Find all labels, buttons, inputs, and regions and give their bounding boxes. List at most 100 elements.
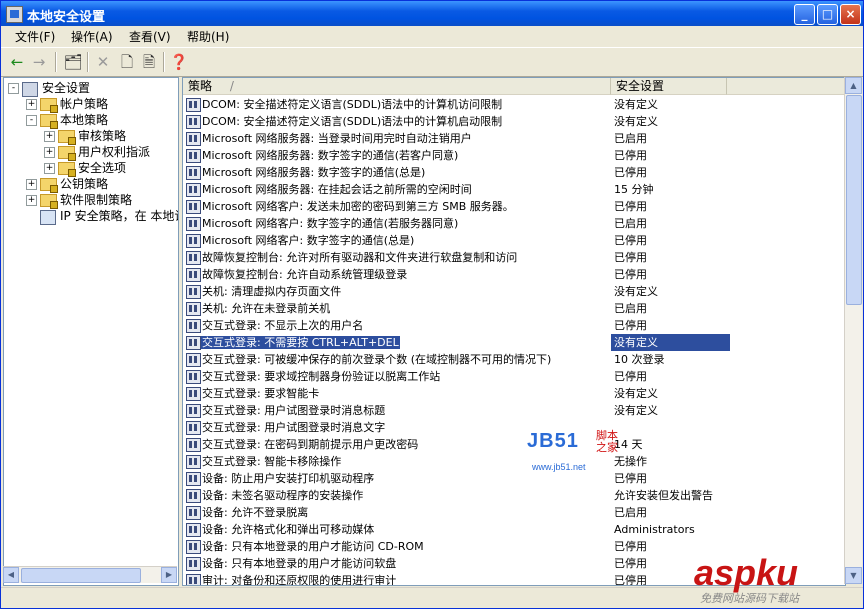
policy-row[interactable]: 设备: 未签名驱动程序的安装操作 允许安装但发出警告 [183, 487, 845, 504]
policy-name-cell: 交互式登录: 要求智能卡 [201, 385, 606, 402]
close-button[interactable]: × [840, 4, 861, 25]
policy-row[interactable]: Microsoft 网络服务器: 在挂起会话之前所需的空闲时间 15 分钟 [183, 181, 845, 198]
policy-row[interactable]: 交互式登录: 不需要按 CTRL+ALT+DEL 没有定义 [183, 334, 845, 351]
list-vertical-scrollbar[interactable]: ▲ ▼ [844, 77, 862, 584]
aspku-watermark-tagline: 免费网站源码下载站 [700, 592, 799, 605]
policy-row[interactable]: Microsoft 网络客户: 发送未加密的密码到第三方 SMB 服务器。 已停用 [183, 198, 845, 215]
policy-name: DCOM: 安全描述符定义语言(SDDL)语法中的计算机启动限制 [202, 115, 503, 128]
title-bar[interactable]: 本地安全设置 _ □ × [1, 1, 863, 26]
scroll-up-icon[interactable]: ▲ [845, 77, 862, 94]
expand-icon[interactable]: + [44, 131, 55, 142]
policy-row[interactable]: 交互式登录: 要求域控制器身份验证以脱离工作站 已停用 [183, 368, 845, 385]
policy-row[interactable]: Microsoft 网络客户: 数字签字的通信(若服务器同意) 已启用 [183, 215, 845, 232]
security-setting-value: 已启用 [614, 302, 647, 315]
expand-icon[interactable]: + [26, 99, 37, 110]
policy-icon [186, 557, 201, 571]
tree-item[interactable]: - 本地策略 [4, 112, 178, 129]
policy-row[interactable]: Microsoft 网络服务器: 当登录时间用完时自动注销用户 已启用 [183, 130, 845, 147]
policy-name-cell: 关机: 清理虚拟内存页面文件 [201, 283, 606, 300]
tree-item[interactable]: - 安全设置 [4, 80, 178, 97]
properties-icon[interactable]: 🗋 [117, 52, 137, 72]
policy-row[interactable]: 交互式登录: 用户试图登录时消息标题 没有定义 [183, 402, 845, 419]
policy-name: 交互式登录: 不显示上次的用户名 [202, 319, 364, 332]
menu-help[interactable]: 帮助(H) [187, 28, 229, 45]
policy-row[interactable]: 故障恢复控制台: 允许对所有驱动器和文件夹进行软盘复制和访问 已停用 [183, 249, 845, 266]
tree-item[interactable]: IP 安全策略，在 本地计 [4, 208, 178, 225]
policy-row[interactable]: Microsoft 网络服务器: 数字签字的通信(若客户同意) 已停用 [183, 147, 845, 164]
menu-action[interactable]: 操作(A) [71, 28, 113, 45]
policy-list: 策略 / 安全设置 DCOM: 安全描述符定义语言(SDDL)语法中的计算机访问… [182, 77, 846, 586]
expand-icon[interactable]: + [26, 179, 37, 190]
expand-icon[interactable]: + [44, 163, 55, 174]
scroll-down-icon[interactable]: ▼ [845, 567, 862, 584]
menu-view[interactable]: 查看(V) [129, 28, 171, 45]
policy-folder-icon [58, 130, 76, 145]
policy-row[interactable]: 交互式登录: 用户试图登录时消息文字 [183, 419, 845, 436]
scroll-right-icon[interactable]: ▶ [161, 567, 177, 583]
security-setting-value: 已停用 [614, 319, 647, 332]
policy-row[interactable]: 设备: 允许不登录脱离 已启用 [183, 504, 845, 521]
policy-row[interactable]: 关机: 允许在未登录前关机 已启用 [183, 300, 845, 317]
policy-name-cell: Microsoft 网络服务器: 数字签字的通信(若客户同意) [201, 147, 606, 164]
column-header-policy[interactable]: 策略 / [183, 78, 611, 95]
ip-security-icon [40, 210, 56, 225]
policy-name: 交互式登录: 可被缓冲保存的前次登录个数 (在域控制器不可用的情况下) [202, 353, 552, 366]
security-setting-value: 15 分钟 [614, 183, 654, 196]
policy-name: Microsoft 网络客户: 数字签字的通信(总是) [202, 234, 415, 247]
forward-arrow-icon[interactable]: → [29, 52, 49, 72]
policy-row[interactable]: 关机: 清理虚拟内存页面文件 没有定义 [183, 283, 845, 300]
minimize-button[interactable]: _ [794, 4, 815, 25]
scroll-thumb[interactable] [846, 95, 862, 305]
scroll-left-icon[interactable]: ◀ [3, 567, 19, 583]
policy-row[interactable]: 交互式登录: 智能卡移除操作 无操作 [183, 453, 845, 470]
policy-row[interactable]: 交互式登录: 要求智能卡 没有定义 [183, 385, 845, 402]
policy-row[interactable]: 交互式登录: 不显示上次的用户名 已停用 [183, 317, 845, 334]
policy-icon [186, 302, 201, 316]
policy-name-cell: Microsoft 网络客户: 数字签字的通信(若服务器同意) [201, 215, 606, 232]
policy-row[interactable]: 设备: 允许格式化和弹出可移动媒体 Administrators [183, 521, 845, 538]
tree-item[interactable]: + 软件限制策略 [4, 192, 178, 209]
tree-item-label: 帐户策略 [60, 97, 109, 111]
policy-icon [186, 353, 201, 367]
policy-row[interactable]: Microsoft 网络客户: 数字签字的通信(总是) 已停用 [183, 232, 845, 249]
help-icon[interactable]: ❓ [169, 52, 189, 72]
tree-item[interactable]: + 用户权利指派 [4, 144, 178, 161]
policy-name-cell: Microsoft 网络服务器: 当登录时间用完时自动注销用户 [201, 130, 606, 147]
tree-item[interactable]: + 公钥策略 [4, 176, 178, 193]
security-setting-value: 10 次登录 [614, 353, 665, 366]
policy-name-cell: 审计: 对备份和还原权限的使用进行审计 [201, 572, 606, 585]
policy-row[interactable]: 交互式登录: 在密码到期前提示用户更改密码 14 天 [183, 436, 845, 453]
delete-icon[interactable]: ✕ [93, 52, 113, 72]
tree-horizontal-scrollbar[interactable]: ◀ ▶ [3, 566, 177, 583]
policy-row[interactable]: Microsoft 网络服务器: 数字签字的通信(总是) 已停用 [183, 164, 845, 181]
menu-bar: 文件(F) 操作(A) 查看(V) 帮助(H) [1, 26, 863, 45]
policy-name-cell: 交互式登录: 不需要按 CTRL+ALT+DEL [201, 334, 606, 351]
tree-item[interactable]: + 审核策略 [4, 128, 178, 145]
menu-file[interactable]: 文件(F) [15, 28, 55, 45]
policy-row[interactable]: DCOM: 安全描述符定义语言(SDDL)语法中的计算机访问限制 没有定义 [183, 96, 845, 113]
policy-name: 关机: 清理虚拟内存页面文件 [202, 285, 342, 298]
policy-name: Microsoft 网络服务器: 数字签字的通信(总是) [202, 166, 426, 179]
policy-icon [186, 455, 201, 469]
collapse-icon[interactable]: - [8, 83, 19, 94]
policy-name: 设备: 只有本地登录的用户才能访问软盘 [202, 557, 397, 570]
back-arrow-icon[interactable]: ← [7, 52, 27, 72]
policy-row[interactable]: 交互式登录: 可被缓冲保存的前次登录个数 (在域控制器不可用的情况下) 10 次登… [183, 351, 845, 368]
up-folder-icon[interactable]: 🗂 [63, 52, 83, 72]
tree-item[interactable]: + 帐户策略 [4, 96, 178, 113]
policy-row[interactable]: 故障恢复控制台: 允许自动系统管理级登录 已停用 [183, 266, 845, 283]
policy-row[interactable]: 设备: 防止用户安装打印机驱动程序 已停用 [183, 470, 845, 487]
security-setting-value: 没有定义 [614, 285, 658, 298]
expand-icon[interactable]: + [26, 195, 37, 206]
tree-item[interactable]: + 安全选项 [4, 160, 178, 177]
expand-icon[interactable]: + [44, 147, 55, 158]
column-header-setting[interactable]: 安全设置 [611, 78, 727, 95]
maximize-button[interactable]: □ [817, 4, 838, 25]
policy-name: Microsoft 网络客户: 数字签字的通信(若服务器同意) [202, 217, 459, 230]
collapse-icon[interactable]: - [26, 115, 37, 126]
policy-name-cell: Microsoft 网络客户: 发送未加密的密码到第三方 SMB 服务器。 [201, 198, 606, 215]
security-setting-value: 已停用 [614, 166, 647, 179]
export-list-icon[interactable]: 🗎 [139, 52, 159, 72]
scroll-thumb[interactable] [21, 568, 141, 583]
policy-row[interactable]: DCOM: 安全描述符定义语言(SDDL)语法中的计算机启动限制 没有定义 [183, 113, 845, 130]
